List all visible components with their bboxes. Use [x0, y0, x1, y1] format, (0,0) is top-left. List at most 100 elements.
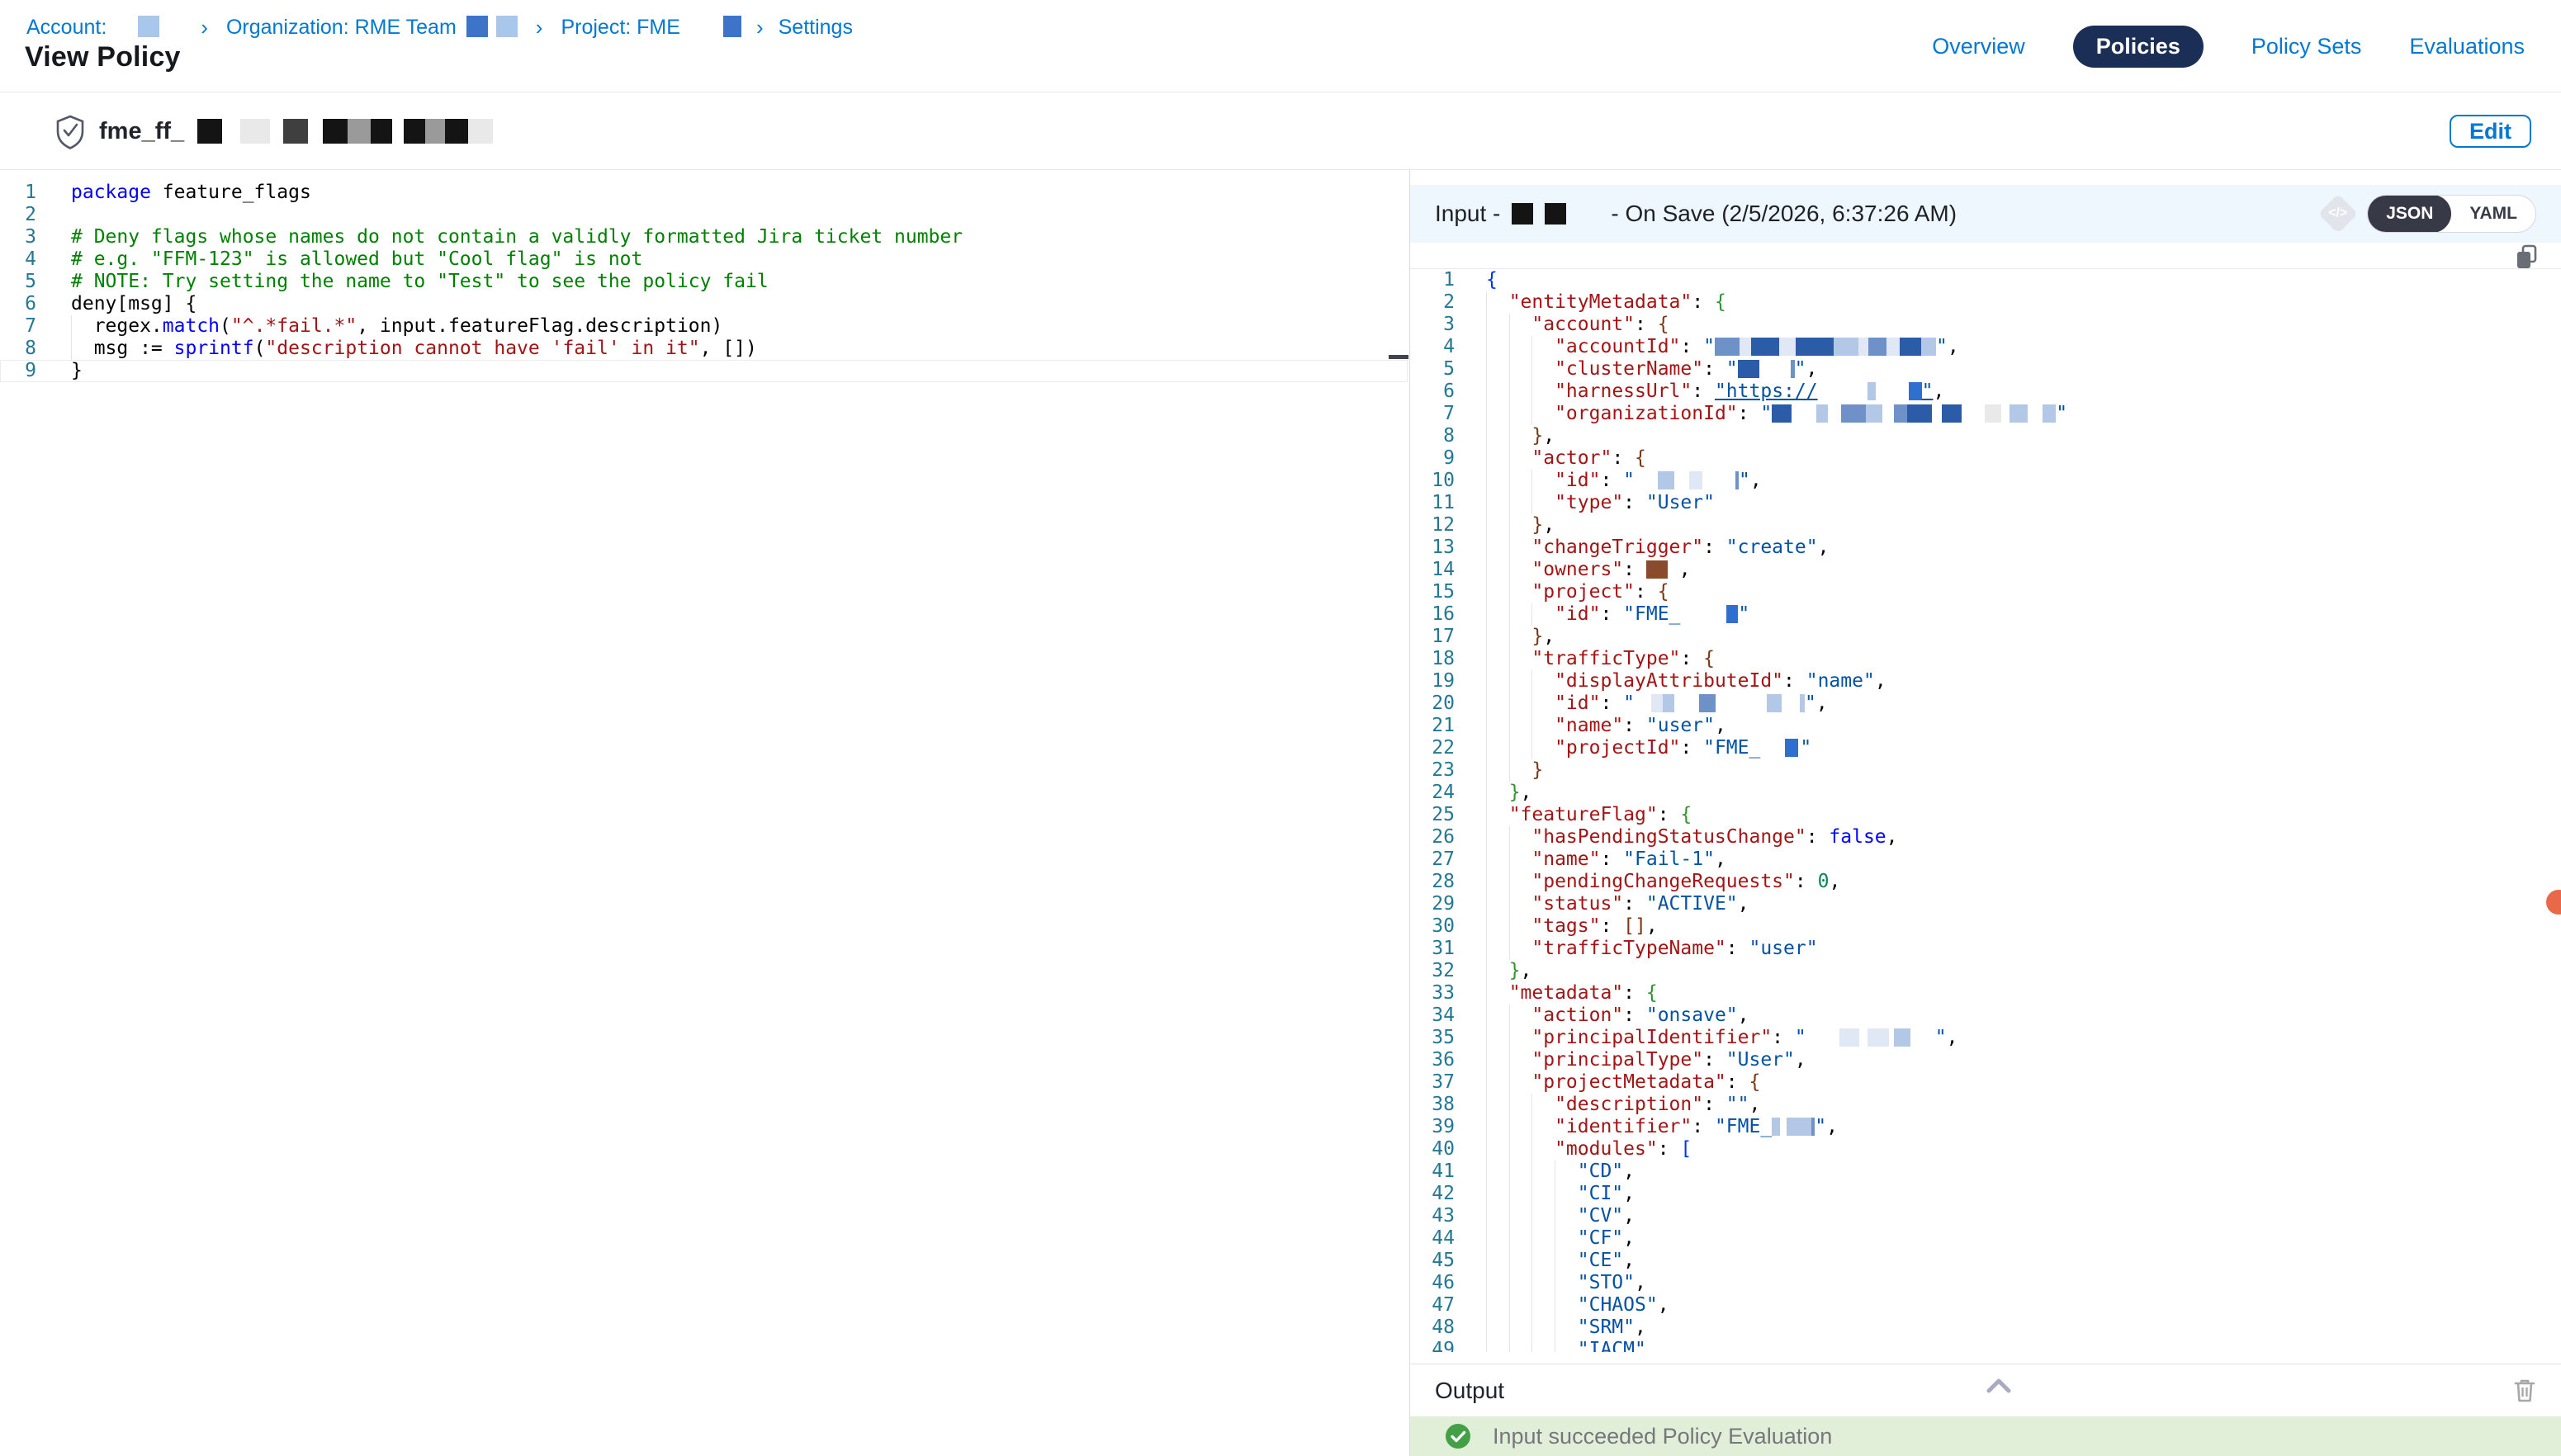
code-line[interactable]: 28"pendingChangeRequests": 0,: [1410, 871, 2561, 893]
code-line[interactable]: 12},: [1410, 514, 2561, 537]
code-line[interactable]: 29"status": "ACTIVE",: [1410, 893, 2561, 915]
current-line-highlight: [0, 360, 1408, 382]
code-line[interactable]: 32},: [1410, 960, 2561, 982]
code-line[interactable]: 5"clusterName": "",: [1410, 358, 2561, 381]
format-toggle-json[interactable]: JSON: [2368, 195, 2451, 233]
code-line[interactable]: 13"changeTrigger": "create",: [1410, 537, 2561, 559]
redacted-block: [138, 16, 159, 37]
breadcrumb-settings-link[interactable]: Settings: [779, 16, 853, 40]
code-line[interactable]: 30"tags": [],: [1410, 915, 2561, 938]
code-line[interactable]: 35"principalIdentifier": "",: [1410, 1027, 2561, 1049]
code-line[interactable]: 2: [0, 204, 1409, 226]
code-line[interactable]: 42"CI",: [1410, 1183, 2561, 1205]
policy-code-editor[interactable]: 1package feature_flags23# Deny flags who…: [0, 170, 1409, 1456]
code-line[interactable]: 40"modules": [: [1410, 1138, 2561, 1161]
code-line[interactable]: 38"description": "",: [1410, 1094, 2561, 1116]
code-line[interactable]: 15"project": {: [1410, 581, 2561, 603]
redacted-block: [1635, 694, 1805, 712]
code-line[interactable]: 21"name": "user",: [1410, 715, 2561, 737]
code-icon[interactable]: </>: [2318, 194, 2358, 234]
code-line[interactable]: 31"trafficTypeName": "user": [1410, 938, 2561, 960]
code-line[interactable]: 41"CD",: [1410, 1161, 2561, 1183]
format-toggle-yaml[interactable]: YAML: [2451, 195, 2535, 233]
code-line[interactable]: 3"account": {: [1410, 314, 2561, 336]
code-line[interactable]: 23}: [1410, 759, 2561, 782]
breadcrumb-org-link[interactable]: Organization: RME Team: [226, 16, 457, 40]
code-line[interactable]: 39"identifier": "FME_",: [1410, 1116, 2561, 1138]
edit-button[interactable]: Edit: [2450, 115, 2531, 148]
code-line[interactable]: 7"organizationId": "": [1410, 403, 2561, 425]
code-line[interactable]: 8msg := sprintf("description cannot have…: [0, 338, 1409, 360]
policy-name: fme_ff_: [99, 118, 184, 145]
code-line[interactable]: 14"owners": ,: [1410, 559, 2561, 581]
overview-ruler-marker: [1389, 355, 1408, 359]
code-line[interactable]: 2"entityMetadata": {: [1410, 291, 2561, 314]
redacted-block: [1806, 1028, 1935, 1047]
breadcrumb-chevron-icon: ›: [201, 15, 208, 40]
code-line[interactable]: 18"trafficType": {: [1410, 648, 2561, 670]
code-line[interactable]: 46"STO",: [1410, 1272, 2561, 1294]
code-line[interactable]: 11"type": "User": [1410, 492, 2561, 514]
copy-icon[interactable]: [2515, 244, 2540, 271]
input-title-suffix: - On Save (2/5/2026, 6:37:26 AM): [1611, 201, 1957, 227]
code-line[interactable]: 1package feature_flags: [0, 182, 1409, 204]
code-line[interactable]: 3# Deny flags whose names do not contain…: [0, 226, 1409, 248]
code-line[interactable]: 6deny[msg] {: [0, 293, 1409, 315]
link-token[interactable]: "https://": [1715, 381, 1933, 402]
code-line[interactable]: 1{: [1410, 269, 2561, 291]
code-line[interactable]: 4# e.g. "FFM-123" is allowed but "Cool f…: [0, 248, 1409, 271]
code-line[interactable]: 20"id": "",: [1410, 693, 2561, 715]
clear-output-icon[interactable]: [2513, 1378, 2536, 1408]
code-line[interactable]: 26"hasPendingStatusChange": false,: [1410, 826, 2561, 849]
tab-policy-sets[interactable]: Policy Sets: [2251, 34, 2362, 59]
redacted-block: [1760, 739, 1800, 757]
redacted-input-name: [1512, 201, 1566, 227]
breadcrumb-project-link[interactable]: Project: FME: [561, 16, 679, 40]
code-line[interactable]: 49"IACM": [1410, 1339, 2561, 1352]
tab-evaluations[interactable]: Evaluations: [2409, 34, 2525, 59]
input-header-actions: </> JSON YAML: [2324, 195, 2536, 233]
code-line[interactable]: 48"SRM",: [1410, 1317, 2561, 1339]
code-line[interactable]: 16"id": "FME_": [1410, 603, 2561, 626]
redacted-block: [1512, 203, 1566, 225]
redacted-block: [723, 16, 741, 37]
redacted-block: [1772, 1118, 1815, 1136]
code-line[interactable]: 36"principalType": "User",: [1410, 1049, 2561, 1071]
breadcrumb-account-link[interactable]: Account:: [26, 16, 107, 40]
breadcrumb: Account: › Organization: RME Team › Proj…: [26, 15, 853, 40]
tab-overview[interactable]: Overview: [1932, 34, 2025, 59]
code-line[interactable]: 34"action": "onsave",: [1410, 1005, 2561, 1027]
code-line[interactable]: 25"featureFlag": {: [1410, 804, 2561, 826]
code-line[interactable]: 47"CHAOS",: [1410, 1294, 2561, 1317]
code-line[interactable]: 24},: [1410, 782, 2561, 804]
code-line[interactable]: 4"accountId": "",: [1410, 336, 2561, 358]
policy-name-row: fme_ff_: [54, 93, 493, 170]
code-line[interactable]: 8},: [1410, 425, 2561, 447]
code-line[interactable]: 43"CV",: [1410, 1205, 2561, 1227]
redacted-block: [466, 16, 518, 37]
success-check-icon: [1445, 1423, 1471, 1449]
code-line[interactable]: 19"displayAttributeId": "name",: [1410, 670, 2561, 693]
code-line[interactable]: 45"CE",: [1410, 1250, 2561, 1272]
code-line[interactable]: 44"CF",: [1410, 1227, 2561, 1250]
page-title: View Policy: [25, 41, 181, 73]
redacted-block: [1738, 360, 1795, 378]
policy-code-lines: 1package feature_flags23# Deny flags who…: [0, 182, 1409, 382]
redacted-org-id: [466, 16, 518, 40]
code-line[interactable]: 33"metadata": {: [1410, 982, 2561, 1005]
tab-policies[interactable]: Policies: [2073, 26, 2204, 68]
redacted-block: [1646, 560, 1668, 579]
page-header: Account: › Organization: RME Team › Proj…: [0, 0, 2561, 92]
code-line[interactable]: 22"projectId": "FME_": [1410, 737, 2561, 759]
code-line[interactable]: 37"projectMetadata": {: [1410, 1071, 2561, 1094]
code-line[interactable]: 6"harnessUrl": "https://",: [1410, 381, 2561, 403]
code-line[interactable]: 10"id": "",: [1410, 470, 2561, 492]
code-line[interactable]: 7regex.match("^.*fail.*", input.featureF…: [0, 315, 1409, 338]
code-line[interactable]: 27"name": "Fail-1",: [1410, 849, 2561, 871]
code-line[interactable]: 5# NOTE: Try setting the name to "Test" …: [0, 271, 1409, 293]
input-json-editor[interactable]: 1{2"entityMetadata": {3"account": {4"acc…: [1410, 268, 2561, 1352]
redacted-policy-name: [197, 119, 493, 144]
code-line[interactable]: 17},: [1410, 626, 2561, 648]
collapse-output-icon[interactable]: [1986, 1378, 2012, 1398]
code-line[interactable]: 9"actor": {: [1410, 447, 2561, 470]
